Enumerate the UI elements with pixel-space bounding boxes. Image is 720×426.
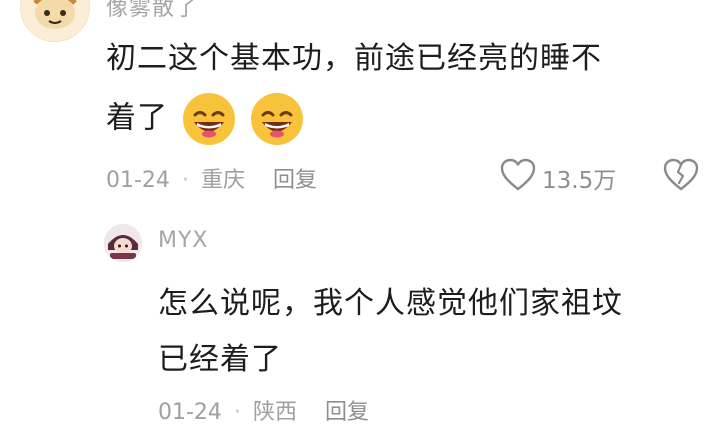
grinning-sweat-emoji-icon <box>251 93 304 145</box>
reply-username[interactable]: MYX <box>158 228 209 253</box>
comment-text-line-2-wrap: 着了 <box>106 91 305 147</box>
heart-outline-icon[interactable] <box>500 158 536 192</box>
reply-text-line-1: 怎么说呢，我个人感觉他们家祖坟 <box>158 286 623 321</box>
comment-location: 重庆 <box>200 168 245 193</box>
reply-avatar[interactable] <box>104 224 142 262</box>
reply-reply-button[interactable]: 回复 <box>325 400 369 425</box>
reply-avatar-image <box>104 224 142 262</box>
like-count: 13.5万 <box>542 168 617 194</box>
broken-heart-icon[interactable] <box>663 158 699 192</box>
reply-text-line-2: 已经着了 <box>158 342 282 377</box>
reply-date: 01-24 <box>158 400 222 425</box>
reply-meta: 01-24 · 陕西 回复 <box>158 394 369 426</box>
grinning-sweat-emoji-icon <box>182 93 235 145</box>
reply-button[interactable]: 回复 <box>273 168 317 193</box>
avatar-image <box>21 0 89 41</box>
reply-location: 陕西 <box>252 400 297 425</box>
comment-date: 01-24 <box>106 168 170 193</box>
comment-text-line-1: 初二这个基本功，前途已经亮的睡不 <box>106 41 602 76</box>
meta-separator: · <box>181 168 189 193</box>
avatar[interactable] <box>20 0 90 42</box>
comment-text-line-2: 着了 <box>106 100 168 136</box>
comment-username[interactable]: 像雾散了 <box>106 0 198 22</box>
meta-separator: · <box>233 400 241 425</box>
comment-meta: 01-24 · 重庆 回复 <box>106 162 317 194</box>
